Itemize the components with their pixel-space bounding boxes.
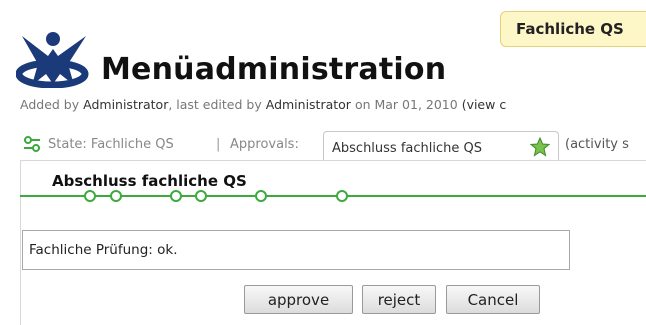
workflow-progress-track [20, 190, 646, 202]
added-by-prefix: Added by [20, 97, 80, 112]
workflow-step-marker [195, 190, 207, 202]
status-badge: Fachliche QS [500, 11, 646, 47]
workflow-step-marker [336, 190, 348, 202]
logo-icon [16, 32, 89, 88]
edited-prefix: , last edited by [168, 97, 262, 112]
comment-input[interactable] [22, 230, 570, 270]
approval-tab-label: Abschluss fachliche QS [332, 141, 482, 156]
edit-date: on Mar 01, 2010 [354, 97, 458, 112]
workflow-state-icon [24, 136, 40, 152]
reject-button[interactable]: reject [362, 285, 436, 314]
status-badge-label: Fachliche QS [516, 20, 624, 38]
view-change-link[interactable]: (view c [462, 97, 507, 112]
state-separator: | [216, 137, 221, 152]
workflow-step-marker [84, 190, 96, 202]
workflow-step-marker [110, 190, 122, 202]
workflow-state-text: State: Fachliche QS [48, 137, 174, 152]
page-title: Menüadministration [101, 52, 447, 87]
workflow-step-marker [255, 190, 267, 202]
star-icon [530, 137, 550, 157]
edited-by-user-link[interactable]: Administrator [266, 97, 351, 112]
approvals-label: Approvals: [230, 137, 299, 152]
approve-button[interactable]: approve [244, 285, 353, 314]
page-metadata: Added by Administrator, last edited by A… [20, 97, 506, 112]
workflow-step-marker [170, 190, 182, 202]
activity-link[interactable]: (activity s [565, 137, 629, 152]
added-by-user-link[interactable]: Administrator [83, 97, 168, 112]
tab-approval-abschluss[interactable]: Abschluss fachliche QS [323, 131, 559, 161]
cancel-button[interactable]: Cancel [446, 285, 540, 314]
